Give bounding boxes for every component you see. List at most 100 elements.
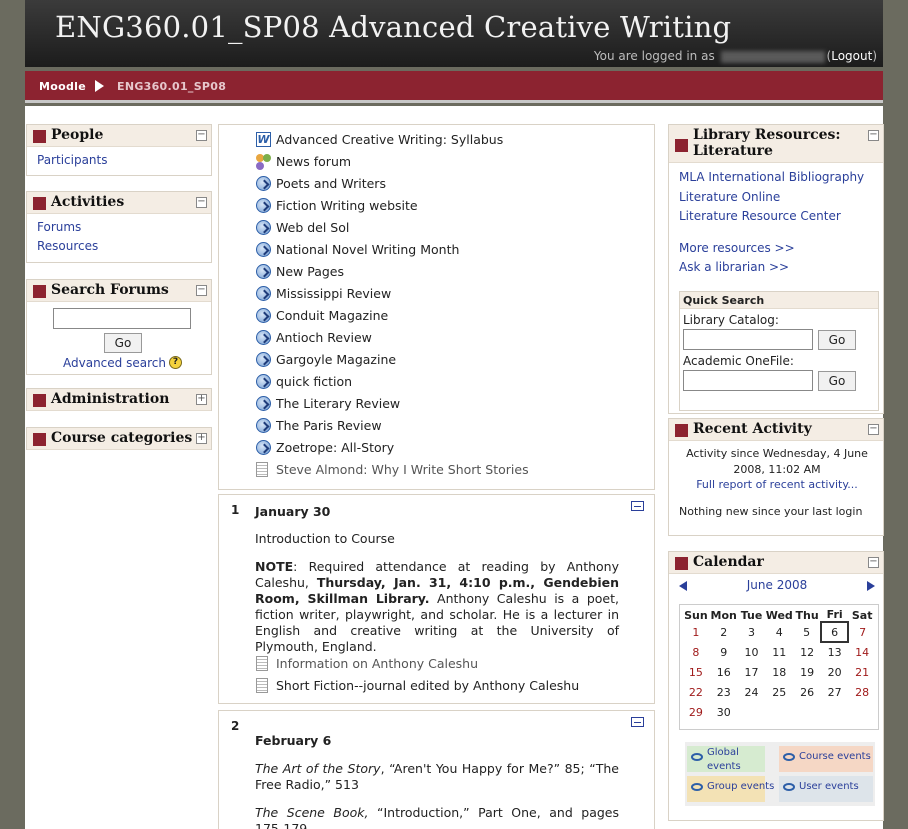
list-item[interactable]: New Pages <box>219 263 654 285</box>
literature-resource-center-link[interactable]: Literature Resource Center <box>679 207 864 227</box>
resource-link[interactable]: Conduit Magazine <box>276 307 388 325</box>
calendar-day[interactable]: 12 <box>793 642 821 662</box>
calendar-day[interactable]: 11 <box>765 642 793 662</box>
catalog-input[interactable] <box>683 329 813 350</box>
global-events-link[interactable]: Global events <box>707 746 763 774</box>
advanced-search-link[interactable]: Advanced search <box>63 356 166 370</box>
list-item[interactable]: National Novel Writing Month <box>219 241 654 263</box>
resource-link[interactable]: The Literary Review <box>276 395 400 413</box>
more-resources-link[interactable]: More resources >> <box>679 239 864 259</box>
calendar-day[interactable]: 20 <box>821 662 848 682</box>
calendar-day[interactable]: 23 <box>710 682 738 702</box>
resource-link[interactable]: Zoetrope: All-Story <box>276 439 394 457</box>
calendar-day[interactable]: 27 <box>821 682 848 702</box>
participants-link[interactable]: Participants <box>37 151 201 170</box>
list-item[interactable]: Mississippi Review <box>219 285 654 307</box>
calendar-day[interactable]: 5 <box>793 622 821 642</box>
collapse-icon[interactable]: − <box>196 285 207 296</box>
resource-link[interactable]: The Paris Review <box>276 417 382 435</box>
list-item[interactable]: Zoetrope: All-Story <box>219 439 654 461</box>
resource-link[interactable]: Steve Almond: Why I Write Short Stories <box>276 461 529 479</box>
literature-online-link[interactable]: Literature Online <box>679 188 864 208</box>
course-events-link[interactable]: Course events <box>799 751 871 762</box>
calendar-day[interactable]: 29 <box>682 702 710 722</box>
list-item[interactable]: Antioch Review <box>219 329 654 351</box>
list-item[interactable]: Gargoyle Magazine <box>219 351 654 373</box>
calendar-day[interactable]: 4 <box>765 622 793 642</box>
calendar-day[interactable]: 13 <box>821 642 848 662</box>
calendar-day[interactable]: 9 <box>710 642 738 662</box>
calendar-day[interactable]: 19 <box>793 662 821 682</box>
resource-link[interactable]: New Pages <box>276 263 344 281</box>
calendar-day[interactable]: 17 <box>738 662 766 682</box>
calendar-day[interactable]: 7 <box>848 622 876 642</box>
resource-link[interactable]: Short Fiction--journal edited by Anthony… <box>276 677 579 695</box>
resource-link[interactable]: National Novel Writing Month <box>276 241 459 259</box>
calendar-day[interactable]: 24 <box>738 682 766 702</box>
list-item[interactable]: Steve Almond: Why I Write Short Stories <box>219 461 654 483</box>
calendar-day[interactable]: 25 <box>765 682 793 702</box>
list-item[interactable]: Information on Anthony Caleshu <box>219 655 654 677</box>
group-events-link[interactable]: Group events <box>707 781 774 792</box>
calendar-month[interactable]: June 2008 <box>669 578 885 592</box>
list-item[interactable]: Poets and Writers <box>219 175 654 197</box>
list-item[interactable]: The Paris Review <box>219 417 654 439</box>
mla-link[interactable]: MLA International Bibliography <box>679 168 864 188</box>
calendar-day[interactable]: 8 <box>682 642 710 662</box>
calendar-day[interactable]: 18 <box>765 662 793 682</box>
collapse-icon[interactable]: − <box>196 197 207 208</box>
calendar-day[interactable]: 26 <box>793 682 821 702</box>
calendar-day[interactable]: 30 <box>710 702 738 722</box>
resource-link[interactable]: Antioch Review <box>276 329 372 347</box>
list-item[interactable]: Web del Sol <box>219 219 654 241</box>
onefile-go-button[interactable]: Go <box>818 371 856 391</box>
calendar-day[interactable]: 22 <box>682 682 710 702</box>
ask-librarian-link[interactable]: Ask a librarian >> <box>679 258 864 278</box>
resources-link[interactable]: Resources <box>37 237 201 256</box>
list-item[interactable]: quick fiction <box>219 373 654 395</box>
calendar-day[interactable]: 1 <box>682 622 710 642</box>
list-item[interactable]: Short Fiction--journal edited by Anthony… <box>219 677 654 699</box>
search-forums-input[interactable] <box>53 308 191 329</box>
show-only-topic-icon[interactable] <box>631 717 644 727</box>
calendar-day[interactable]: 21 <box>848 662 876 682</box>
next-month-icon[interactable] <box>867 581 875 591</box>
catalog-go-button[interactable]: Go <box>818 330 856 350</box>
calendar-day[interactable]: 3 <box>738 622 766 642</box>
onefile-input[interactable] <box>683 370 813 391</box>
resource-link[interactable]: Advanced Creative Writing: Syllabus <box>276 131 503 149</box>
calendar-day[interactable]: 16 <box>710 662 738 682</box>
collapse-icon[interactable]: − <box>868 424 879 435</box>
resource-link[interactable]: News forum <box>276 153 351 171</box>
collapse-icon[interactable]: − <box>868 130 879 141</box>
list-item[interactable]: W Advanced Creative Writing: Syllabus <box>219 131 654 153</box>
resource-link[interactable]: Poets and Writers <box>276 175 386 193</box>
breadcrumb-course[interactable]: ENG360.01_SP08 <box>117 80 226 93</box>
show-only-topic-icon[interactable] <box>631 501 644 511</box>
expand-icon[interactable]: + <box>196 394 207 405</box>
logout-link[interactable]: Logout <box>831 49 872 63</box>
calendar-day[interactable]: 28 <box>848 682 876 702</box>
resource-link[interactable]: Mississippi Review <box>276 285 391 303</box>
list-item[interactable]: The Literary Review <box>219 395 654 417</box>
calendar-day[interactable]: 10 <box>738 642 766 662</box>
user-events-link[interactable]: User events <box>799 781 859 792</box>
help-icon[interactable]: ? <box>169 356 182 369</box>
calendar-day[interactable]: 15 <box>682 662 710 682</box>
resource-link[interactable]: quick fiction <box>276 373 352 391</box>
calendar-today[interactable]: 6 <box>819 621 850 643</box>
expand-icon[interactable]: + <box>196 433 207 444</box>
list-item[interactable]: Conduit Magazine <box>219 307 654 329</box>
calendar-day[interactable]: 2 <box>710 622 738 642</box>
forums-link[interactable]: Forums <box>37 218 201 237</box>
collapse-icon[interactable]: − <box>868 557 879 568</box>
resource-link[interactable]: Fiction Writing website <box>276 197 418 215</box>
collapse-icon[interactable]: − <box>196 130 207 141</box>
resource-link[interactable]: Gargoyle Magazine <box>276 351 396 369</box>
search-go-button[interactable]: Go <box>104 333 142 353</box>
list-item[interactable]: News forum <box>219 153 654 175</box>
calendar-day[interactable]: 14 <box>848 642 876 662</box>
resource-link[interactable]: Information on Anthony Caleshu <box>276 655 478 673</box>
full-report-link[interactable]: Full report of recent activity... <box>679 478 875 491</box>
resource-link[interactable]: Web del Sol <box>276 219 349 237</box>
